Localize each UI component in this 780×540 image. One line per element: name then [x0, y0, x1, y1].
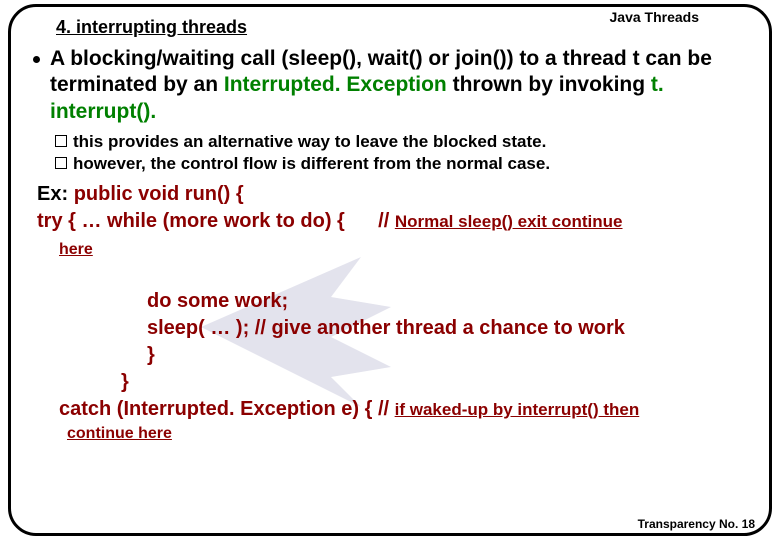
- code-line-2: try { … while (more work to do) { // Nor…: [37, 208, 759, 235]
- code-line-work: do some work;: [147, 288, 759, 315]
- comment-slashes: //: [378, 210, 395, 232]
- code-catch: catch (Interrupted. Exception e) {: [59, 398, 378, 420]
- code-close-brace-2: }: [121, 369, 759, 396]
- continue-here-link: continue here: [67, 423, 759, 445]
- catch-slashes: //: [378, 398, 395, 420]
- bullet-icon: [33, 56, 40, 63]
- code-catch-line: catch (Interrupted. Exception e) { // if…: [59, 396, 759, 423]
- ex-label: Ex:: [37, 183, 74, 205]
- code-run-decl: public void run() {: [74, 183, 244, 205]
- sub-bullet-1: this provides an alternative way to leav…: [55, 131, 759, 153]
- footer-transparency: Transparency No. 18: [638, 517, 755, 531]
- slide-frame: Java Threads 4. interrupting threads A b…: [8, 4, 772, 536]
- here-link: here: [59, 239, 93, 261]
- code-line-1: Ex: public void run() {: [37, 181, 759, 208]
- comment-interrupt: if waked-up by interrupt() then: [395, 400, 640, 419]
- bullet-text: A blocking/waiting call (sleep(), wait()…: [50, 46, 759, 125]
- sub-bullet-1-text: this provides an alternative way to leav…: [73, 131, 546, 153]
- bullet-green1: Interrupted. Exception: [224, 73, 447, 96]
- sub-bullet-2-text: however, the control flow is different f…: [73, 153, 550, 175]
- code-try-while: try { … while (more work to do) {: [37, 210, 345, 232]
- comment-normal-exit: Normal sleep() exit continue: [395, 212, 623, 231]
- sub-bullet-2: however, the control flow is different f…: [55, 153, 759, 175]
- checkbox-icon: [55, 157, 67, 169]
- sub-bullet-list: this provides an alternative way to leav…: [55, 131, 759, 175]
- bullet-mid: thrown by invoking: [447, 73, 651, 96]
- header-title: Java Threads: [610, 9, 700, 25]
- code-line-sleep: sleep( … ); // give another thread a cha…: [147, 315, 759, 342]
- checkbox-icon: [55, 135, 67, 147]
- main-bullet: A blocking/waiting call (sleep(), wait()…: [33, 46, 759, 125]
- code-example: Ex: public void run() { try { … while (m…: [37, 181, 759, 445]
- code-close-brace-1: }: [147, 342, 759, 369]
- content-area: A blocking/waiting call (sleep(), wait()…: [21, 46, 759, 445]
